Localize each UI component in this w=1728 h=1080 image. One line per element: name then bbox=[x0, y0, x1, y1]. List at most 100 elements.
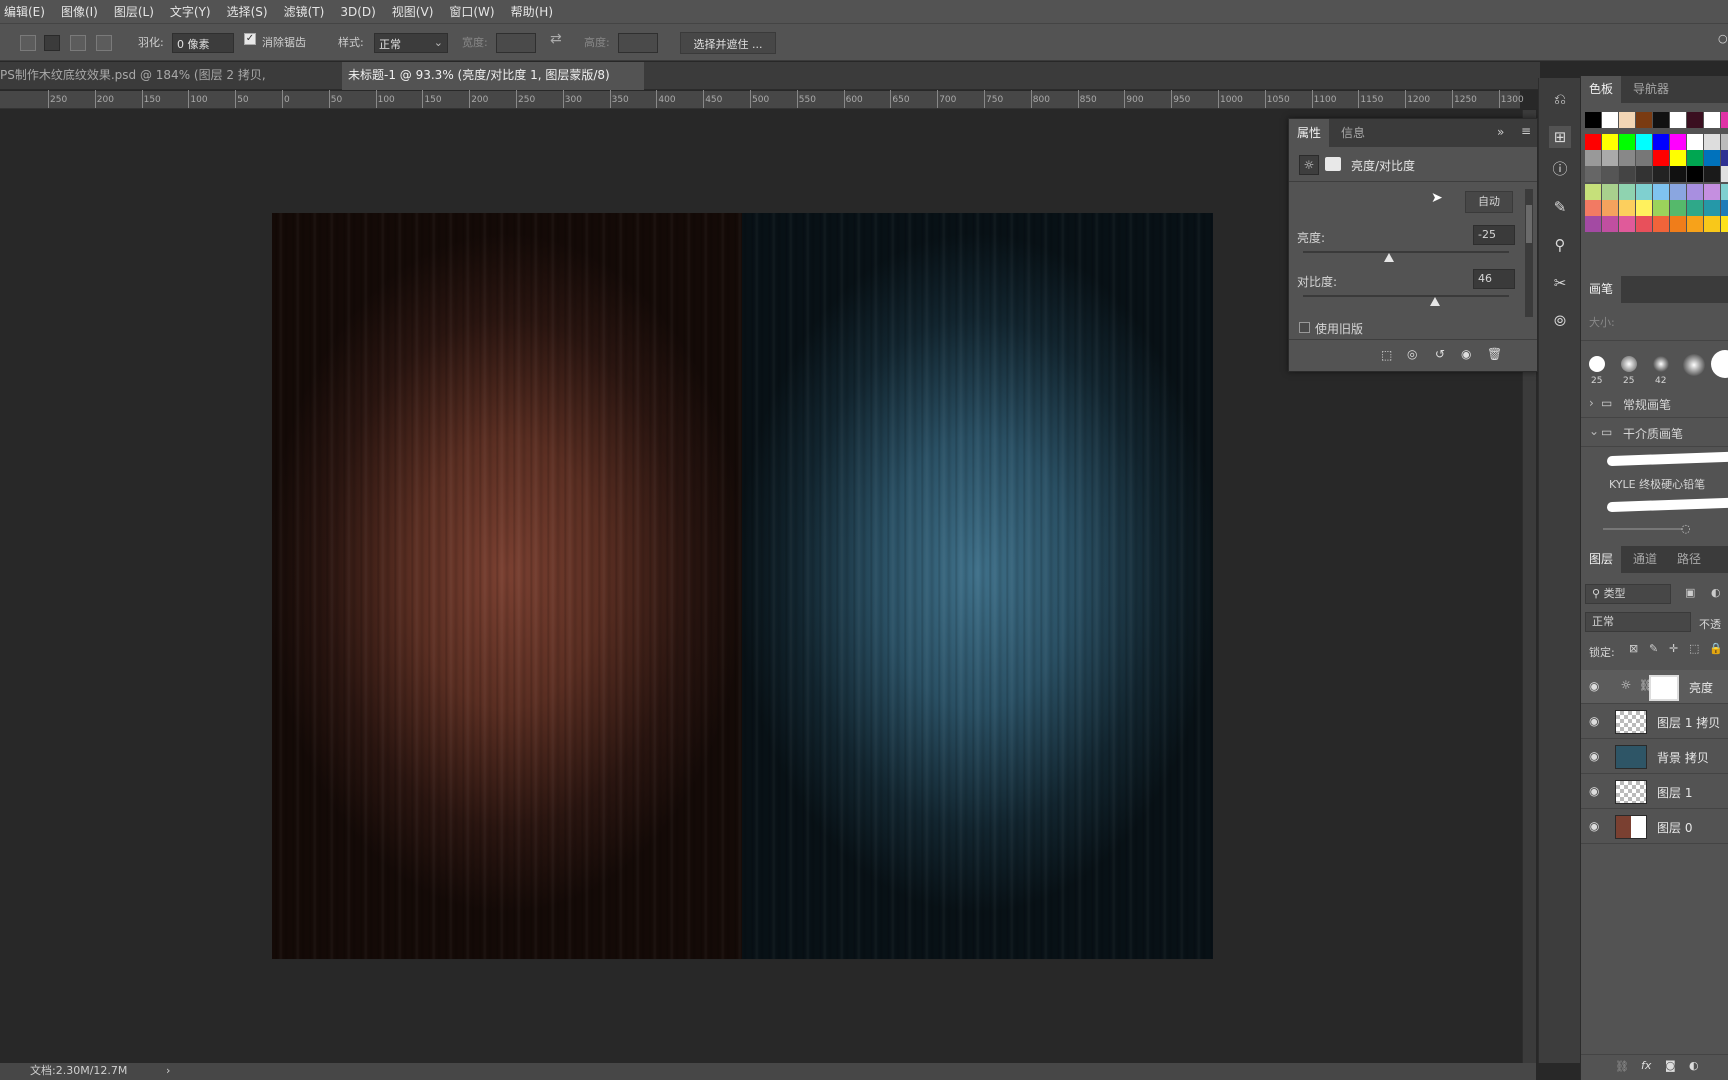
swatch[interactable] bbox=[1653, 200, 1669, 216]
swatch[interactable] bbox=[1585, 150, 1601, 166]
menu-layer[interactable]: 图层(L) bbox=[114, 3, 154, 20]
swatch[interactable] bbox=[1687, 200, 1703, 216]
add-mask-icon[interactable]: ◙ bbox=[1665, 1059, 1676, 1072]
menu-type[interactable]: 文字(Y) bbox=[170, 3, 211, 20]
swatch[interactable] bbox=[1619, 166, 1635, 182]
swatch[interactable] bbox=[1687, 134, 1703, 150]
swatch[interactable] bbox=[1653, 216, 1669, 232]
swatch[interactable] bbox=[1670, 134, 1686, 150]
swatch[interactable] bbox=[1653, 112, 1669, 128]
antialias-checkbox[interactable]: ✓ bbox=[244, 33, 256, 45]
intersect-selection-icon[interactable] bbox=[96, 35, 112, 51]
contrast-slider[interactable] bbox=[1303, 295, 1509, 306]
eye-icon[interactable]: ◉ bbox=[1589, 714, 1599, 728]
auto-button[interactable]: 自动 bbox=[1465, 191, 1513, 213]
clip-to-layer-icon[interactable]: ⬚ bbox=[1381, 348, 1392, 362]
new-selection-icon[interactable] bbox=[20, 35, 36, 51]
swatch[interactable] bbox=[1619, 134, 1635, 150]
contrast-input[interactable]: 46 bbox=[1473, 269, 1515, 289]
tab-navigator[interactable]: 导航器 bbox=[1625, 76, 1677, 103]
status-arrow[interactable]: › bbox=[166, 1063, 170, 1079]
swatch[interactable] bbox=[1687, 216, 1703, 232]
image-filter-icon[interactable]: ▣ bbox=[1685, 586, 1695, 599]
tool-presets-icon[interactable]: ✂ bbox=[1549, 272, 1571, 294]
swatch[interactable] bbox=[1602, 150, 1618, 166]
layer-filter-select[interactable]: ⚲ 类型 bbox=[1585, 584, 1671, 604]
swatch[interactable] bbox=[1653, 134, 1669, 150]
tab-untitled[interactable]: 未标题-1 @ 93.3% (亮度/对比度 1, 图层蒙版/8) *× bbox=[342, 62, 644, 109]
swatch[interactable] bbox=[1721, 184, 1728, 200]
tab-paths[interactable]: 路径 bbox=[1669, 546, 1709, 573]
swatch[interactable] bbox=[1619, 112, 1635, 128]
brush-preset-1[interactable] bbox=[1589, 356, 1605, 372]
menu-image[interactable]: 图像(I) bbox=[61, 3, 98, 20]
swatch[interactable] bbox=[1704, 134, 1720, 150]
menu-view[interactable]: 视图(V) bbox=[392, 3, 434, 20]
props-scrollbar[interactable] bbox=[1525, 189, 1533, 317]
eye-icon[interactable]: ◉ bbox=[1589, 819, 1599, 833]
swatch[interactable] bbox=[1653, 184, 1669, 200]
swatch[interactable] bbox=[1670, 216, 1686, 232]
brush-name[interactable]: KYLE 终极硬心铅笔 bbox=[1609, 476, 1705, 492]
info-icon[interactable]: ⓘ bbox=[1549, 158, 1571, 180]
lock-all-icon[interactable]: 🔒 bbox=[1709, 642, 1723, 655]
swatch[interactable] bbox=[1636, 150, 1652, 166]
swatch[interactable] bbox=[1704, 184, 1720, 200]
swatch[interactable] bbox=[1721, 166, 1728, 182]
swatch[interactable] bbox=[1602, 134, 1618, 150]
width-input[interactable] bbox=[496, 33, 536, 53]
lock-move-icon[interactable]: ✛ bbox=[1669, 642, 1678, 655]
add-selection-icon[interactable] bbox=[44, 35, 60, 51]
search-icon[interactable]: ○ bbox=[1718, 32, 1728, 45]
panel-menu-icon[interactable]: ≡ bbox=[1521, 124, 1531, 138]
swatch[interactable] bbox=[1704, 166, 1720, 182]
tab-layers[interactable]: 图层 bbox=[1581, 546, 1622, 573]
lock-pixels-icon[interactable]: ⊠ bbox=[1629, 642, 1638, 655]
eye-icon[interactable]: ◉ bbox=[1589, 749, 1599, 763]
swatch[interactable] bbox=[1670, 184, 1686, 200]
brush-group-regular[interactable]: › ▭ 常规画笔 bbox=[1581, 390, 1728, 418]
brightness-input[interactable]: -25 bbox=[1473, 225, 1515, 245]
swatch[interactable] bbox=[1687, 112, 1703, 128]
swatch[interactable] bbox=[1636, 184, 1652, 200]
contrast-thumb[interactable] bbox=[1429, 297, 1440, 306]
swatch[interactable] bbox=[1704, 112, 1720, 128]
swatch[interactable] bbox=[1721, 216, 1728, 232]
layer-row[interactable]: ◉ 图层 1 拷贝 bbox=[1581, 705, 1728, 739]
legacy-checkbox[interactable] bbox=[1299, 322, 1310, 333]
swatch[interactable] bbox=[1704, 150, 1720, 166]
tab-channels[interactable]: 通道 bbox=[1625, 546, 1665, 573]
layer-row[interactable]: ◉ 背景 拷贝 bbox=[1581, 740, 1728, 774]
brush-preset-2[interactable] bbox=[1621, 356, 1637, 372]
adjustment-filter-icon[interactable]: ◐ bbox=[1711, 586, 1721, 599]
style-select[interactable]: 正常 ⌄ bbox=[374, 33, 448, 53]
brightness-thumb[interactable] bbox=[1383, 253, 1394, 262]
menu-window[interactable]: 窗口(W) bbox=[449, 3, 494, 20]
swatch[interactable] bbox=[1619, 184, 1635, 200]
history-icon[interactable]: ⎌ bbox=[1549, 88, 1571, 110]
properties-icon[interactable]: ⊞ bbox=[1549, 126, 1571, 148]
swatch[interactable] bbox=[1602, 216, 1618, 232]
brush-preset-4[interactable] bbox=[1683, 354, 1705, 376]
swatch[interactable] bbox=[1585, 166, 1601, 182]
lock-artboard-icon[interactable]: ⬚ bbox=[1689, 642, 1699, 655]
swatch[interactable] bbox=[1585, 200, 1601, 216]
swatch[interactable] bbox=[1687, 150, 1703, 166]
layer-row[interactable]: ◉ 图层 0 bbox=[1581, 810, 1728, 844]
fx-icon[interactable]: fx bbox=[1641, 1059, 1651, 1072]
swatch[interactable] bbox=[1585, 216, 1601, 232]
layer-row[interactable]: ◉ 图层 1 bbox=[1581, 775, 1728, 809]
swatch[interactable] bbox=[1636, 216, 1652, 232]
layer-mask-thumb[interactable] bbox=[1649, 675, 1679, 701]
swatch[interactable] bbox=[1636, 112, 1652, 128]
creative-cloud-icon[interactable]: ⦾ bbox=[1549, 310, 1571, 332]
tab-properties[interactable]: 属性 bbox=[1289, 119, 1330, 147]
brush-settings-icon[interactable]: ✎ bbox=[1549, 196, 1571, 218]
link-icon[interactable]: ⛓ bbox=[1615, 1060, 1629, 1073]
mask-icon[interactable] bbox=[1325, 157, 1341, 171]
expand-icon[interactable]: » bbox=[1497, 125, 1504, 139]
swatch[interactable] bbox=[1602, 112, 1618, 128]
swatch[interactable] bbox=[1619, 200, 1635, 216]
menu-edit[interactable]: 编辑(E) bbox=[4, 3, 45, 20]
swatch[interactable] bbox=[1585, 134, 1601, 150]
